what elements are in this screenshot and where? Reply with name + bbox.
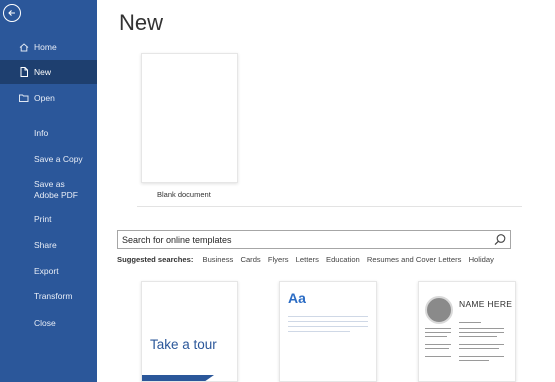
sidebar-item-label: Open [34,93,55,103]
template-single-spaced[interactable]: Aa [279,281,377,382]
template-title: Take a tour [150,337,217,352]
text-line [425,348,449,349]
sidebar-item-label: Home [34,42,57,52]
text-line [425,328,451,329]
text-line [459,322,481,323]
sidebar-item-label: New [34,67,52,77]
sidebar-item-label: Export [34,266,59,276]
text-line [459,356,504,357]
search-icon[interactable] [493,233,507,247]
new-document-icon [20,67,28,77]
text-line [459,348,499,349]
blank-document-label[interactable]: Blank document [157,190,211,199]
back-arrow-icon [8,10,15,16]
suggested-tag-cards[interactable]: Cards [240,255,260,264]
text-line [459,336,497,337]
sidebar-item-new[interactable]: New [0,60,97,84]
sidebar-item-label: Save a Copy [34,154,83,164]
text-line [459,332,504,333]
page-title: New [119,10,164,35]
text-line [459,344,504,345]
template-title: NAME HERE [459,299,513,309]
sidebar-item-label: Close [34,318,56,328]
sidebar-item-info[interactable]: Info [0,121,97,145]
text-line [425,344,451,345]
resume-photo-image [425,296,453,324]
template-resume[interactable]: NAME HERE [418,281,516,382]
text-line [288,331,350,332]
sidebar-item-open[interactable]: Open [0,86,97,110]
sidebar-item-home[interactable]: Home [0,35,97,59]
text-line [425,332,451,333]
text-line [288,326,368,327]
blank-document-template[interactable] [141,53,238,183]
divider [137,206,522,207]
sidebar-item-close[interactable]: Close [0,311,97,335]
template-title: Aa [288,290,306,306]
suggested-tag-holiday[interactable]: Holiday [469,255,494,264]
sidebar-item-transform[interactable]: Transform [0,284,97,308]
template-accent-band [142,375,214,381]
sidebar-item-label: Print [34,214,52,224]
template-search-box [117,230,511,249]
sidebar-item-label: Share [34,240,57,250]
search-input[interactable] [122,232,482,247]
sidebar-item-label: Save as Adobe PDF [34,179,78,200]
suggested-searches-heading: Suggested searches: [117,255,194,264]
template-take-a-tour[interactable]: Take a tour [141,281,238,382]
suggested-tag-flyers[interactable]: Flyers [268,255,289,264]
text-line [288,316,368,317]
backstage-sidebar: Home New Open Info Save a Copy Save as A… [0,0,97,382]
suggested-tag-education[interactable]: Education [326,255,360,264]
text-line [425,356,451,357]
sidebar-item-share[interactable]: Share [0,233,97,257]
text-line [425,336,447,337]
back-button[interactable] [3,4,21,22]
text-line [288,321,368,322]
sidebar-item-export[interactable]: Export [0,259,97,283]
sidebar-item-print[interactable]: Print [0,207,97,231]
new-document-pane: New Blank document Suggested searches: B… [97,0,555,382]
text-line [459,360,489,361]
suggested-tag-business[interactable]: Business [203,255,234,264]
home-icon [19,43,29,52]
sidebar-item-label: Info [34,128,49,138]
suggested-searches: Suggested searches: Business Cards Flyer… [117,255,494,264]
sidebar-item-save-as-adobe-pdf[interactable]: Save as Adobe PDF [0,177,97,203]
sidebar-item-label: Transform [34,291,73,301]
suggested-tag-resumes[interactable]: Resumes and Cover Letters [367,255,462,264]
suggested-tag-letters[interactable]: Letters [296,255,319,264]
text-line [459,328,504,329]
folder-open-icon [19,94,29,102]
sidebar-item-save-a-copy[interactable]: Save a Copy [0,147,97,171]
